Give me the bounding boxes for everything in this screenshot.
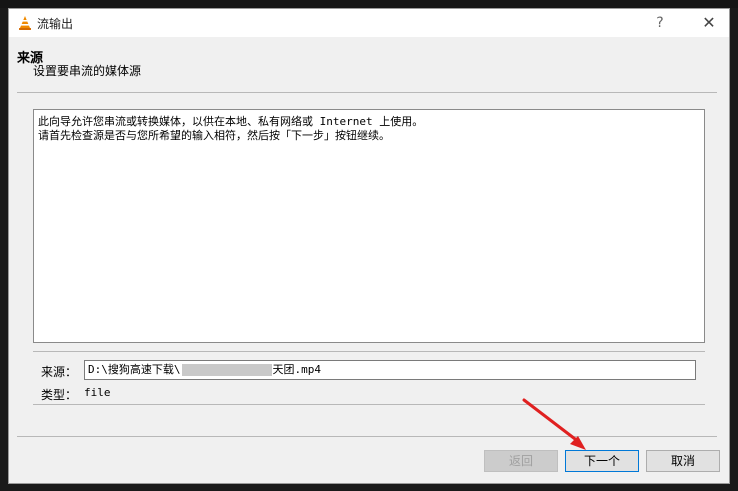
window-title: 流输出 <box>37 17 74 31</box>
description-line-2: 请首先检查源是否与您所希望的输入相符，然后按「下一步」按钮继续。 <box>38 129 390 142</box>
source-path-prefix: D:\搜狗高速下载\ <box>88 363 181 376</box>
footer-divider <box>17 436 717 437</box>
cancel-button[interactable]: 取消 <box>646 450 720 472</box>
wizard-header: 来源 设置要串流的媒体源 <box>9 37 729 84</box>
stream-output-dialog: 流输出 ? ✕ 来源 设置要串流的媒体源 此向导允许您串流或转换媒体，以供在本地… <box>8 8 730 484</box>
page-subtitle: 设置要串流的媒体源 <box>33 64 142 78</box>
redacted-region <box>181 364 272 376</box>
source-label: 来源： <box>41 365 78 379</box>
help-button[interactable]: ? <box>649 12 671 34</box>
title-bar: 流输出 ? ✕ <box>9 9 729 37</box>
desktop-background <box>0 0 738 8</box>
back-button[interactable]: 返回 <box>484 450 558 472</box>
description-line-1: 此向导允许您串流或转换媒体，以供在本地、私有网络或 Internet 上使用。 <box>38 115 424 128</box>
source-section-top-divider <box>33 351 705 352</box>
next-button[interactable]: 下一个 <box>565 450 639 472</box>
vlc-cone-icon <box>19 16 31 30</box>
header-divider <box>17 92 717 93</box>
source-path-field[interactable]: D:\搜狗高速下载\ 天团.mp4 <box>84 360 696 380</box>
close-button[interactable]: ✕ <box>693 11 725 35</box>
description-textbox[interactable]: 此向导允许您串流或转换媒体，以供在本地、私有网络或 Internet 上使用。 … <box>33 109 705 343</box>
source-section-bottom-divider <box>33 404 705 405</box>
type-value: file <box>84 386 111 399</box>
type-label: 类型： <box>41 388 78 402</box>
source-path-suffix: 天团.mp4 <box>272 363 322 376</box>
